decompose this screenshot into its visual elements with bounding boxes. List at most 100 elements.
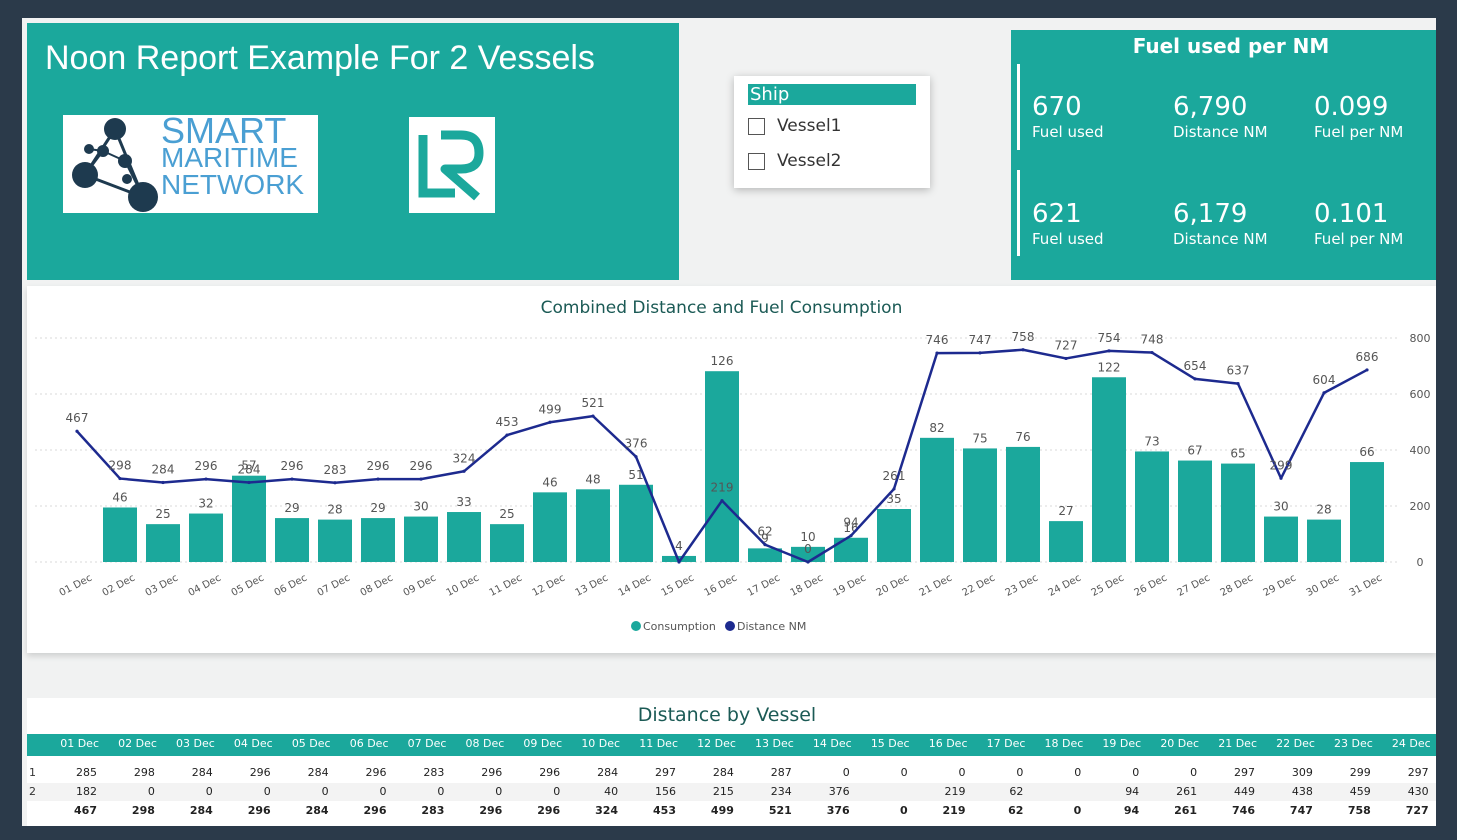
table-column-header[interactable]: 21 Dec: [1199, 737, 1257, 750]
slicer-option-label: Vessel1: [777, 116, 842, 136]
table-cell: 40: [604, 785, 619, 798]
combined-chart[interactable]: 02004006008004625325729 28 29 30 332546 48 514…: [27, 286, 1436, 653]
slicer-option-vessel1[interactable]: Vessel1: [748, 116, 841, 136]
table-cell: 0: [495, 785, 503, 798]
table-cell: 0: [205, 785, 213, 798]
table-cell: 0: [263, 785, 271, 798]
bar: [103, 507, 137, 562]
table-column-header[interactable]: 06 Dec: [331, 737, 389, 750]
bar: [1307, 519, 1341, 562]
table-column-header[interactable]: 02 Dec: [99, 737, 157, 750]
y-tick-label: 600: [1410, 388, 1431, 401]
table-cell: 298: [133, 766, 155, 779]
distance-point: [1064, 356, 1068, 361]
table-cell: 62: [1008, 804, 1024, 817]
table-column-header[interactable]: 01 Dec: [41, 737, 99, 750]
bar: [963, 448, 997, 562]
line-data-label: 754: [1098, 331, 1121, 345]
table-cell: 376: [828, 785, 850, 798]
table-column-header[interactable]: 13 Dec: [736, 737, 794, 750]
table-column-header[interactable]: 12 Dec: [678, 737, 736, 750]
x-tick-label: 12 Dec: [531, 573, 567, 599]
bar: [533, 492, 567, 562]
line-data-label: 0: [804, 542, 812, 556]
x-tick-label: 03 Dec: [144, 573, 180, 599]
table-column-header[interactable]: 03 Dec: [157, 737, 215, 750]
table-cell: 283: [421, 804, 445, 817]
legend-consumption-marker: [631, 621, 641, 631]
table-cell: 261: [1174, 804, 1198, 817]
table-column-header[interactable]: 07 Dec: [388, 737, 447, 750]
table-column-header[interactable]: 20 Dec: [1141, 737, 1199, 750]
table-column-header[interactable]: 10 Dec: [562, 737, 620, 750]
table-column-header[interactable]: 17 Dec: [967, 737, 1026, 750]
table-column-header[interactable]: 14 Dec: [794, 737, 852, 750]
checkbox-icon[interactable]: [748, 117, 765, 135]
table-column-header[interactable]: 24 Dec: [1373, 737, 1431, 750]
bar-data-label: 29: [284, 501, 299, 515]
table-cell: 261: [1176, 785, 1198, 798]
table-cell: 283: [423, 766, 445, 779]
table-column-header[interactable]: 22 Dec: [1257, 737, 1315, 750]
bar-data-label: 29: [370, 501, 385, 515]
table-cell: 297: [1407, 766, 1429, 779]
table-row: 1 285 298 284 296 284 296 283 296 296 284 297 284 287…: [27, 764, 1436, 782]
table-column-header[interactable]: 18 Dec: [1025, 737, 1084, 750]
table-column-header[interactable]: 04 Dec: [215, 737, 273, 750]
bar: [619, 484, 653, 562]
bar: [1350, 462, 1384, 562]
table-cell: 376: [826, 804, 850, 817]
slicer-title: Ship: [748, 84, 916, 105]
table-column-header[interactable]: 16 Dec: [910, 737, 968, 750]
x-tick-label: 06 Dec: [273, 573, 309, 599]
table-cell: 0: [147, 785, 155, 798]
table-column-header[interactable]: 11 Dec: [620, 737, 678, 750]
x-tick-label: 25 Dec: [1090, 573, 1126, 599]
distance-point: [1236, 382, 1240, 386]
table-column-header[interactable]: 08 Dec: [446, 737, 505, 750]
x-tick-label: 19 Dec: [832, 573, 868, 599]
kpi-label: Distance NM: [1173, 230, 1268, 248]
bar-data-label: 48: [585, 472, 600, 486]
table-column-header[interactable]: 15 Dec: [852, 737, 910, 750]
table-cell: 296: [537, 804, 561, 817]
bar: [146, 524, 180, 562]
line-data-label: 284: [152, 462, 175, 476]
table-cell: 296: [363, 804, 387, 817]
bar: [1264, 516, 1298, 562]
bar: [576, 489, 610, 562]
slicer-option-vessel2[interactable]: Vessel2: [748, 151, 841, 171]
table-column-header[interactable]: 19 Dec: [1083, 737, 1141, 750]
page-title: Noon Report Example For 2 Vessels: [45, 39, 595, 77]
table-cell: 284: [191, 766, 213, 779]
kpi-distance: 6,790 Distance NM: [1173, 92, 1268, 142]
bar-data-label: 46: [542, 475, 557, 489]
table-cell: 0: [1074, 766, 1082, 779]
smn-line-network: NETWORK: [161, 169, 305, 200]
line-data-label: 296: [281, 459, 304, 473]
checkbox-icon[interactable]: [748, 152, 765, 170]
table-column-header[interactable]: 05 Dec: [273, 737, 331, 750]
distance-point: [204, 477, 208, 481]
fuel-kpi-panel: Fuel used per NM 670 Fuel used 6,790 Dis…: [1011, 30, 1436, 280]
table-cell: 747: [1289, 804, 1313, 817]
table-cell: 0: [1190, 766, 1198, 779]
table-cell: 299: [1349, 766, 1371, 779]
distance-point: [935, 351, 939, 355]
table-column-header[interactable]: 23 Dec: [1315, 737, 1373, 750]
bar: [318, 519, 352, 562]
table-cell: 296: [247, 804, 271, 817]
table-cell: 296: [249, 766, 271, 779]
kpi-value: 621: [1032, 199, 1082, 229]
line-data-label: 298: [109, 459, 132, 473]
title-panel: Noon Report Example For 2 Vessels SMART: [27, 23, 679, 280]
table-cell: 453: [653, 804, 676, 817]
table-cell: 0: [958, 766, 966, 779]
bar: [490, 524, 524, 562]
distance-point: [75, 429, 79, 433]
table-cell: 284: [189, 804, 213, 817]
line-data-label: 654: [1184, 359, 1207, 373]
table-cell: 0: [1016, 766, 1024, 779]
table-column-header[interactable]: 09 Dec: [504, 737, 562, 750]
line-data-label: 62: [757, 525, 772, 539]
